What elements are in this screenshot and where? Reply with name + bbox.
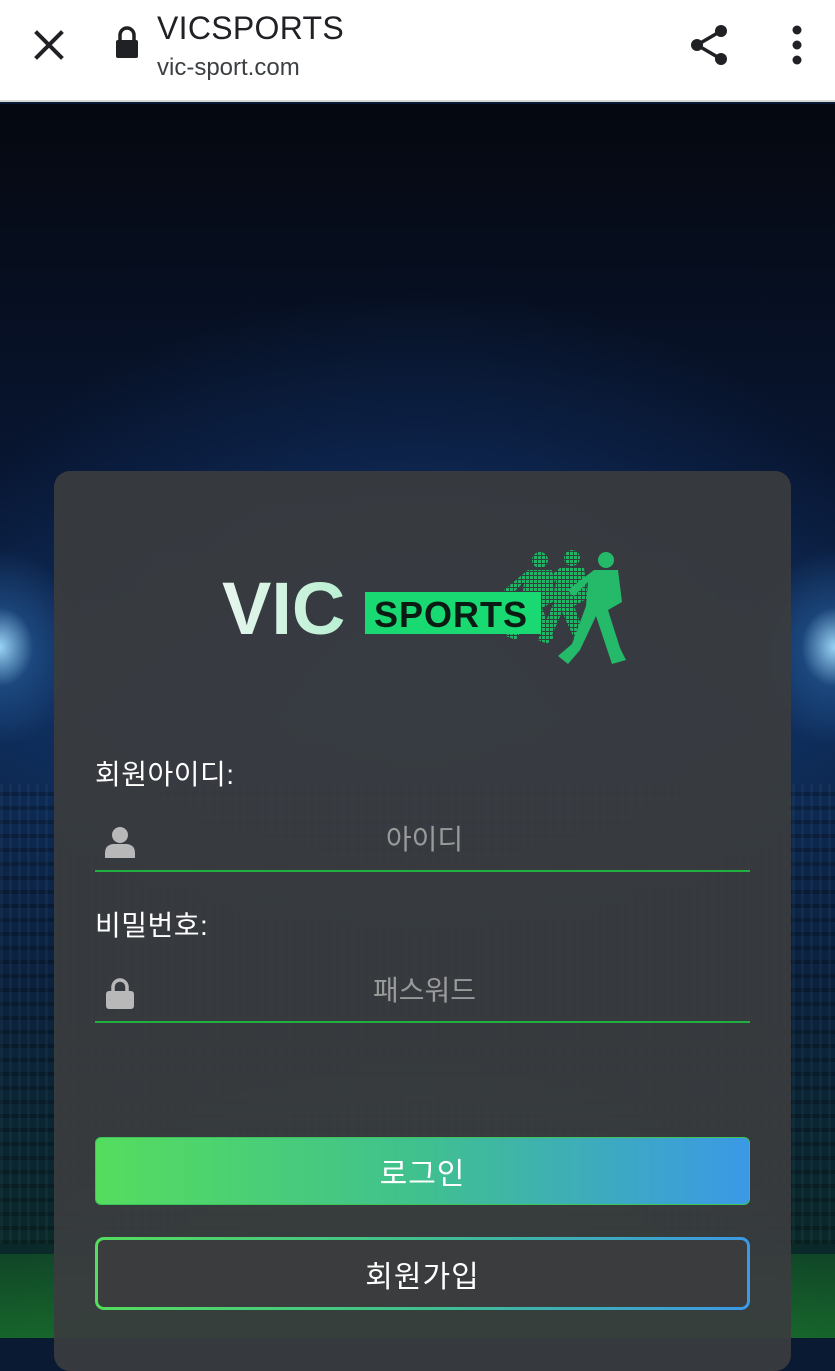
page-title: VICSPORTS (157, 10, 345, 46)
password-input[interactable] (145, 961, 704, 1021)
user-icon (105, 827, 135, 858)
password-label: 비밀번호: (95, 910, 209, 941)
user-id-input[interactable] (145, 810, 704, 870)
user-id-label: 회원아이디: (95, 759, 235, 790)
lock-icon (106, 978, 134, 1009)
login-button[interactable]: 로그인 (95, 1137, 750, 1205)
page-url[interactable]: vic-sport.com (157, 54, 300, 82)
password-field (95, 961, 750, 1023)
logo-text-vic: VIC (222, 567, 345, 650)
more-vert-icon[interactable] (782, 22, 812, 68)
user-id-field (95, 810, 750, 872)
vicsports-logo: VIC SPORTS (222, 550, 626, 664)
close-icon[interactable] (26, 22, 72, 68)
signup-button[interactable]: 회원가입 (95, 1237, 750, 1310)
lock-icon (116, 26, 138, 58)
logo-text-sports: SPORTS (374, 594, 528, 635)
share-icon[interactable] (686, 22, 732, 68)
browser-toolbar: VICSPORTS vic-sport.com (0, 0, 835, 102)
